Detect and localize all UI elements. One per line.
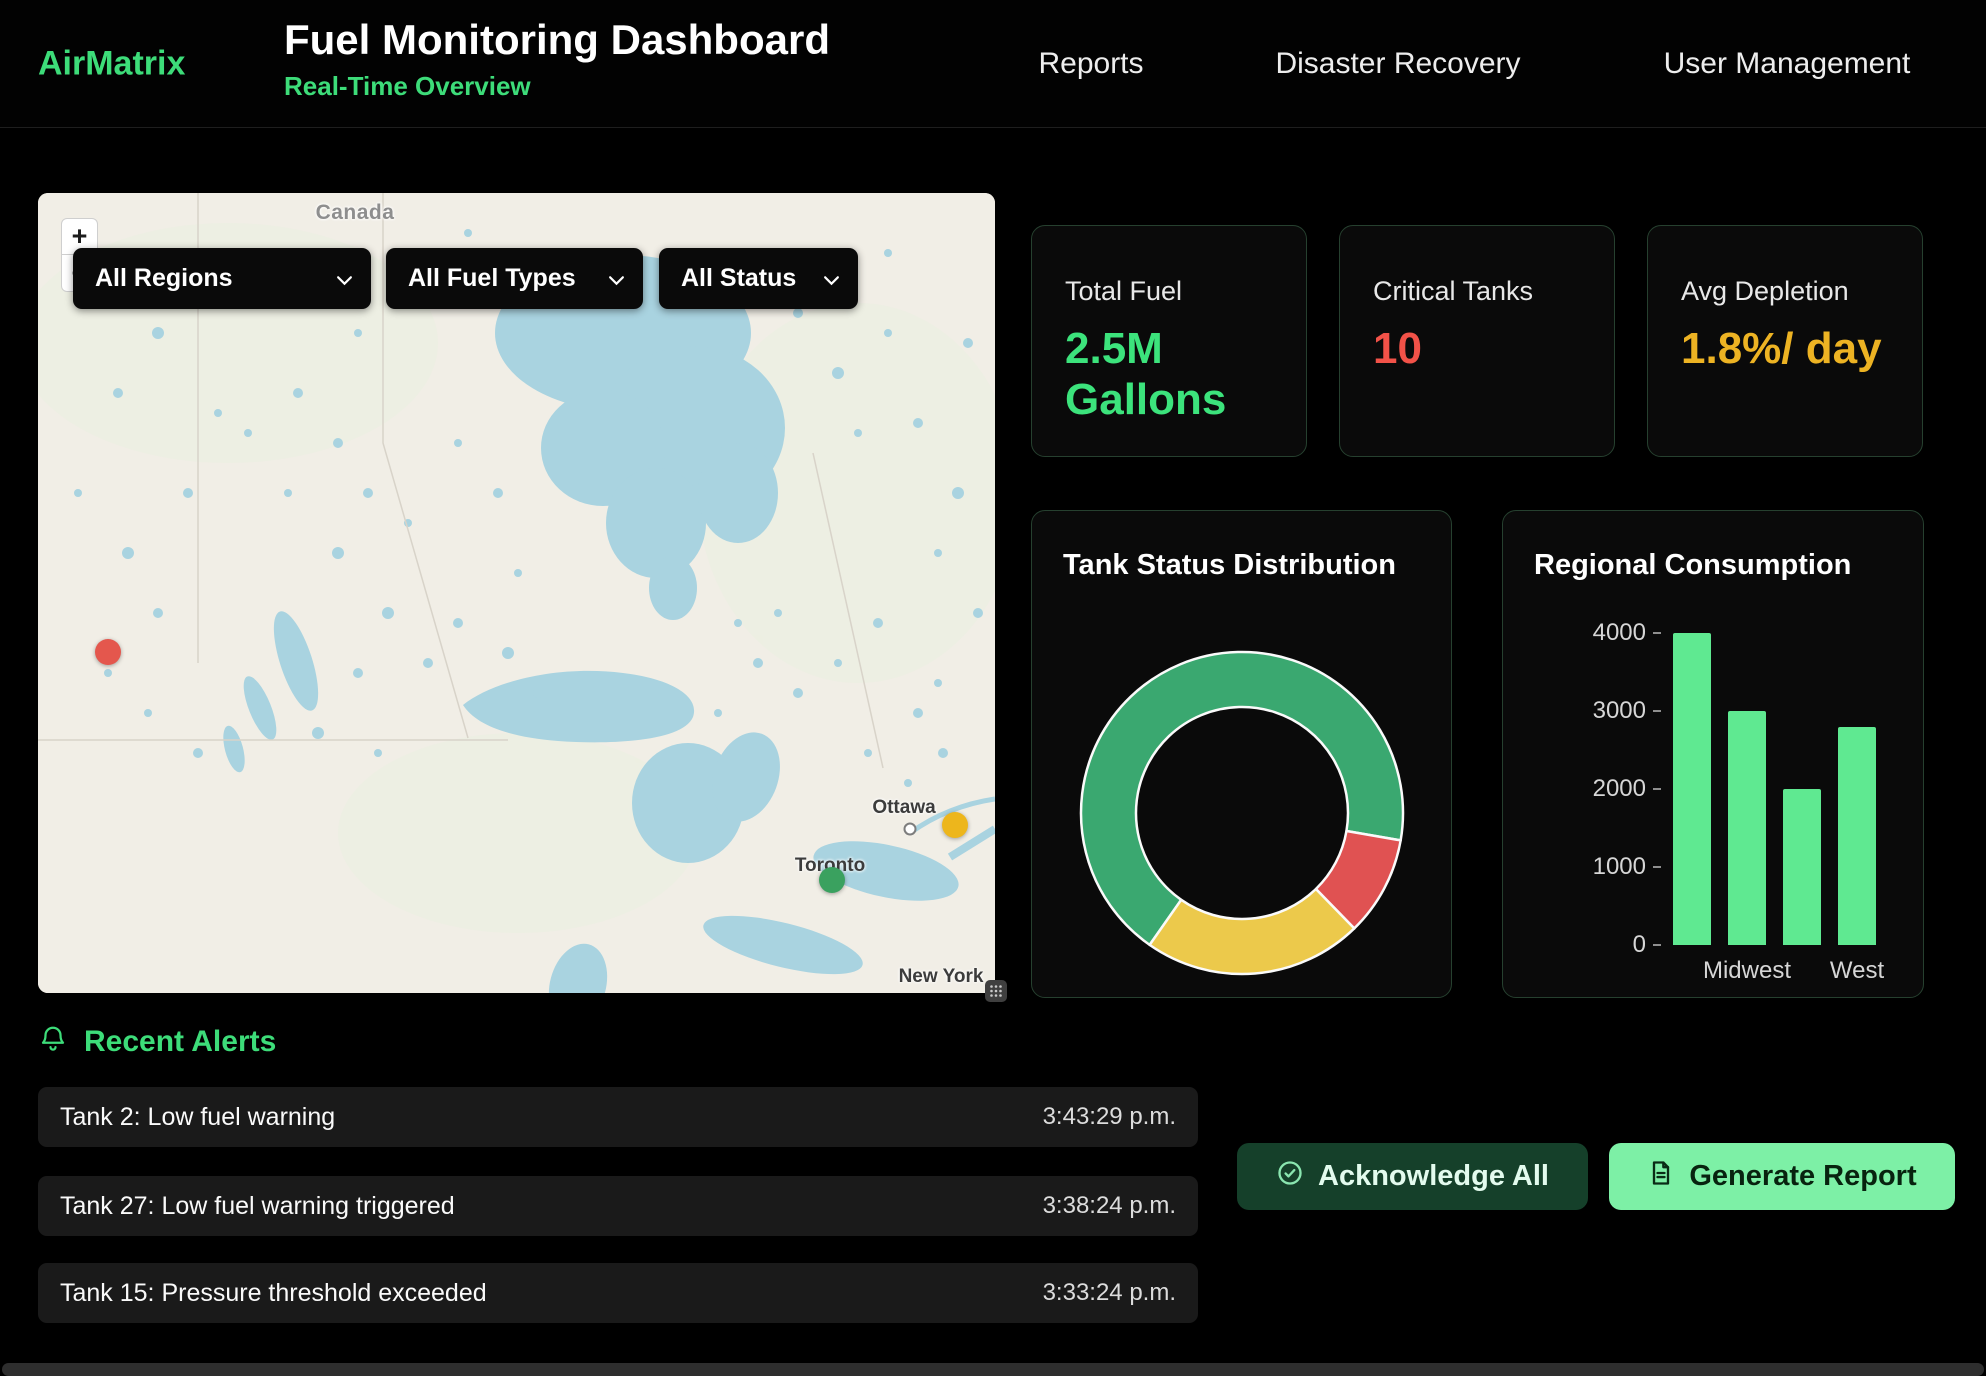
bell-icon (38, 1024, 68, 1059)
alert-row[interactable]: Tank 15: Pressure threshold exceeded 3:3… (38, 1263, 1198, 1323)
x-tick-2 (1783, 957, 1821, 985)
map-resize-handle[interactable] (985, 980, 1007, 1002)
status-filter-dropdown[interactable]: All Status (659, 248, 858, 309)
title-block: Fuel Monitoring Dashboard Real-Time Over… (284, 16, 830, 102)
regional-consumption-chart-card: Regional Consumption 0 1000 2000 3000 4000 M… (1502, 510, 1924, 998)
map-label-new-york: New York (899, 966, 984, 988)
x-tick-3: West (1838, 957, 1876, 985)
alert-message: Tank 2: Low fuel warning (60, 1103, 335, 1132)
nav-reports[interactable]: Reports (1038, 47, 1143, 81)
bar-3 (1838, 727, 1876, 945)
acknowledge-all-button[interactable]: Acknowledge All (1237, 1143, 1588, 1210)
bar-1 (1728, 711, 1766, 945)
alert-time: 3:38:24 p.m. (1043, 1192, 1176, 1220)
chevron-down-icon (608, 264, 625, 293)
nav-disaster-recovery[interactable]: Disaster Recovery (1275, 47, 1520, 81)
chevron-down-icon (336, 264, 353, 293)
stat-card-critical-tanks: Critical Tanks 10 (1339, 225, 1615, 457)
tank-status-chart-card: Tank Status Distribution (1031, 510, 1452, 998)
tank-marker-green[interactable] (819, 867, 845, 893)
document-icon (1647, 1159, 1675, 1195)
bar-0 (1673, 633, 1711, 945)
bar-chart-y-axis: 01000200030004000 (1503, 633, 1661, 945)
fuel-type-filter-label: All Fuel Types (408, 264, 576, 293)
bar-2 (1783, 789, 1821, 945)
status-filter-label: All Status (681, 264, 796, 293)
stat-label: Critical Tanks (1373, 276, 1586, 307)
tank-marker-yellow[interactable] (942, 812, 968, 838)
stat-card-total-fuel: Total Fuel 2.5M Gallons (1031, 225, 1307, 457)
brand-logo[interactable]: AirMatrix (38, 44, 185, 83)
regional-consumption-bar-chart (1673, 633, 1876, 945)
alert-row[interactable]: Tank 2: Low fuel warning 3:43:29 p.m. (38, 1087, 1198, 1147)
recent-alerts-header: Recent Alerts (38, 1024, 276, 1059)
page-title: Fuel Monitoring Dashboard (284, 16, 830, 64)
y-tick-3000: 3000 (1593, 697, 1661, 725)
tank-status-donut-chart (1032, 511, 1453, 999)
alert-time: 3:43:29 p.m. (1043, 1103, 1176, 1131)
ottawa-city-dot (904, 823, 917, 836)
stat-label: Total Fuel (1065, 276, 1278, 307)
stat-value: 10 (1373, 323, 1586, 374)
fuel-type-filter-dropdown[interactable]: All Fuel Types (386, 248, 643, 309)
chart-title: Regional Consumption (1534, 549, 1851, 582)
y-tick-2000: 2000 (1593, 775, 1661, 803)
chevron-down-icon (823, 264, 840, 293)
horizontal-scrollbar[interactable] (2, 1363, 1984, 1376)
tank-marker-red[interactable] (95, 639, 121, 665)
y-tick-0: 0 (1633, 931, 1661, 959)
x-tick-1: Midwest (1728, 957, 1766, 985)
bar-chart-x-axis: Midwest West (1673, 957, 1876, 985)
map-label-ottawa: Ottawa (872, 797, 935, 819)
nav-user-management[interactable]: User Management (1664, 47, 1911, 81)
recent-alerts-title: Recent Alerts (84, 1025, 276, 1059)
stat-label: Avg Depletion (1681, 276, 1894, 307)
page-subtitle: Real-Time Overview (284, 71, 830, 102)
map-label-canada: Canada (316, 201, 395, 225)
alert-message: Tank 15: Pressure threshold exceeded (60, 1279, 487, 1308)
y-tick-4000: 4000 (1593, 619, 1661, 647)
check-circle-icon (1276, 1159, 1304, 1195)
header: AirMatrix Fuel Monitoring Dashboard Real… (0, 0, 1986, 128)
alert-message: Tank 27: Low fuel warning triggered (60, 1192, 455, 1221)
generate-report-label: Generate Report (1689, 1160, 1916, 1193)
stat-value: 1.8%/ day (1681, 323, 1894, 374)
stat-value: 2.5M Gallons (1065, 323, 1278, 425)
app-root: AirMatrix Fuel Monitoring Dashboard Real… (0, 0, 1986, 1376)
region-filter-label: All Regions (95, 264, 233, 293)
region-filter-dropdown[interactable]: All Regions (73, 248, 371, 309)
stat-card-avg-depletion: Avg Depletion 1.8%/ day (1647, 225, 1923, 457)
alert-row[interactable]: Tank 27: Low fuel warning triggered 3:38… (38, 1176, 1198, 1236)
drag-dots-icon (989, 984, 1003, 998)
donut-segment-yellow (1150, 889, 1355, 974)
generate-report-button[interactable]: Generate Report (1609, 1143, 1955, 1210)
acknowledge-all-label: Acknowledge All (1318, 1160, 1549, 1193)
y-tick-1000: 1000 (1593, 853, 1661, 881)
fuel-map[interactable]: Canada Ottawa Toronto New York + − All R… (38, 193, 995, 993)
alert-time: 3:33:24 p.m. (1043, 1279, 1176, 1307)
